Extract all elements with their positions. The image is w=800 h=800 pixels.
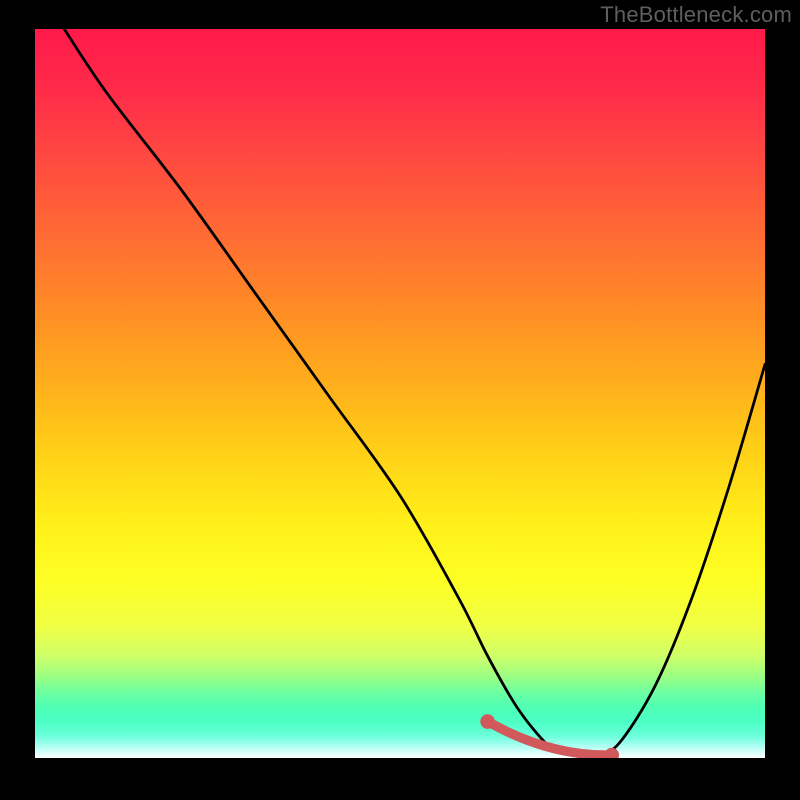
chart-frame: TheBottleneck.com [0, 0, 800, 800]
sweet-spot-end-dot [604, 748, 619, 758]
watermark-text: TheBottleneck.com [600, 2, 792, 28]
sweet-spot-markers-svg [35, 29, 765, 758]
sweet-spot-start-dot [480, 714, 495, 729]
sweet-spot-segment [488, 722, 612, 756]
